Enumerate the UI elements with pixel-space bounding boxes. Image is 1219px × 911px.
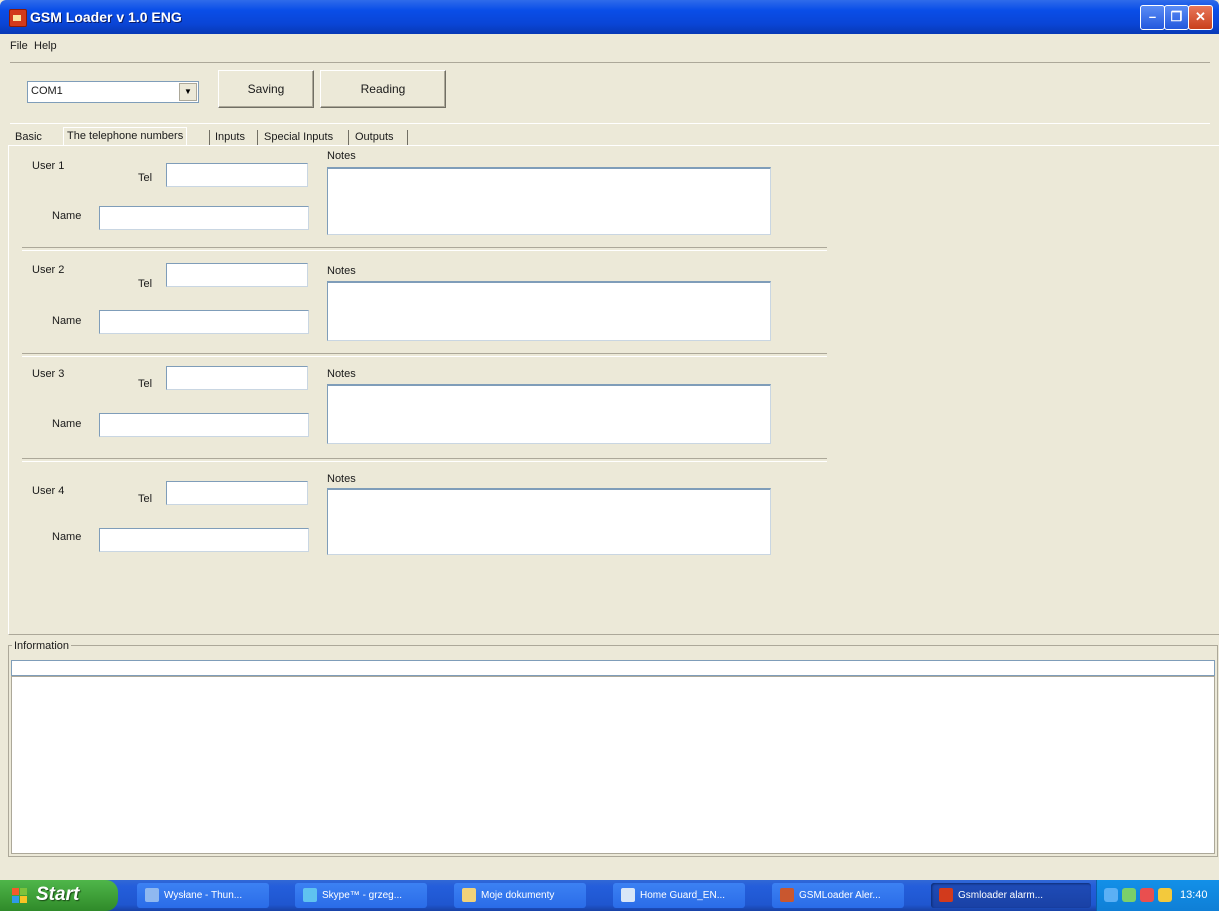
tab-outputs[interactable]: Outputs <box>352 129 397 145</box>
taskbar-item-label: Skype™ - grzeg... <box>322 890 403 901</box>
user-4-notes-label: Notes <box>327 473 356 485</box>
user-separator <box>22 353 827 357</box>
information-status-strip <box>11 660 1215 676</box>
taskbar-item-label: Gsmloader alarm... <box>958 890 1044 901</box>
taskbar-item[interactable]: Home Guard_EN... <box>613 883 745 908</box>
taskbar-item[interactable]: Skype™ - grzeg... <box>295 883 427 908</box>
user-4-label: User 4 <box>32 485 65 497</box>
port-select-value: COM1 <box>31 85 63 97</box>
user-1-name-input[interactable] <box>99 206 309 230</box>
user-3-name-label: Name <box>52 418 82 430</box>
tab-divider <box>407 130 408 145</box>
user-separator <box>22 458 827 462</box>
menu-file[interactable]: File <box>10 40 28 52</box>
minimize-button[interactable]: – <box>1140 5 1165 30</box>
user-2-notes-input[interactable] <box>327 281 771 341</box>
tab-special-inputs[interactable]: Special Inputs <box>261 129 336 145</box>
user-2-tel-label: Tel <box>138 278 153 290</box>
user-separator <box>22 247 827 251</box>
app-icon <box>9 9 27 27</box>
tab-divider <box>209 130 210 145</box>
user-3-notes-input[interactable] <box>327 384 771 444</box>
archive-icon <box>780 888 794 903</box>
maximize-icon: ❐ <box>1170 9 1183 24</box>
menu-help[interactable]: Help <box>34 40 57 52</box>
user-4-tel-label: Tel <box>138 493 153 505</box>
taskbar-item[interactable]: Wysłane - Thun... <box>137 883 269 908</box>
user-3-tel-input[interactable] <box>166 366 308 390</box>
folder-icon <box>462 888 476 903</box>
email-icon <box>145 888 159 903</box>
user-4-name-input[interactable] <box>99 528 309 552</box>
saving-button[interactable]: Saving <box>218 70 314 108</box>
user-1-notes-label: Notes <box>327 150 356 162</box>
tab-inputs[interactable]: Inputs <box>212 129 248 145</box>
user-2-name-input[interactable] <box>99 310 309 334</box>
app-icon <box>939 888 953 903</box>
taskbar-item-label: GSMLoader Aler... <box>799 890 881 901</box>
title-bar[interactable] <box>0 0 1219 34</box>
document-icon <box>621 888 635 903</box>
user-1-tel-input[interactable] <box>166 163 308 187</box>
tab-telephone-numbers[interactable]: The telephone numbers <box>63 127 188 146</box>
taskbar-item-label: Wysłane - Thun... <box>164 890 243 901</box>
information-label: Information <box>12 640 72 652</box>
user-1-name-label: Name <box>52 210 82 222</box>
user-2-tel-input[interactable] <box>166 263 308 287</box>
skype-tray-icon[interactable] <box>1122 888 1136 902</box>
user-1-notes-input[interactable] <box>327 167 771 235</box>
tab-basic[interactable]: Basic <box>12 129 45 145</box>
information-log[interactable] <box>11 676 1215 854</box>
user-4-notes-input[interactable] <box>327 488 771 555</box>
user-4-tel-input[interactable] <box>166 481 308 505</box>
minimize-icon: – <box>1148 9 1157 24</box>
taskbar-item-active[interactable]: Gsmloader alarm... <box>931 883 1091 908</box>
taskbar-item[interactable]: Moje dokumenty <box>454 883 586 908</box>
user-2-label: User 2 <box>32 264 65 276</box>
user-4-name-label: Name <box>52 531 82 543</box>
skype-icon <box>303 888 317 903</box>
user-3-tel-label: Tel <box>138 378 153 390</box>
messenger-icon[interactable] <box>1158 888 1172 902</box>
tab-divider <box>257 130 258 145</box>
tab-divider <box>348 130 349 145</box>
chevron-down-icon[interactable]: ▼ <box>179 83 197 101</box>
user-3-notes-label: Notes <box>327 368 356 380</box>
network-icon[interactable] <box>1104 888 1118 902</box>
user-3-label: User 3 <box>32 368 65 380</box>
windows-flag-icon <box>12 888 28 904</box>
window-title: GSM Loader v 1.0 ENG <box>30 9 182 25</box>
taskbar-item-label: Home Guard_EN... <box>640 890 726 901</box>
close-icon: ✕ <box>1195 9 1206 24</box>
security-icon[interactable] <box>1140 888 1154 902</box>
menu-bar <box>0 34 1219 56</box>
user-3-name-input[interactable] <box>99 413 309 437</box>
clock: 13:40 <box>1180 889 1208 901</box>
reading-button[interactable]: Reading <box>320 70 446 108</box>
user-1-label: User 1 <box>32 160 65 172</box>
start-label: Start <box>36 884 80 905</box>
maximize-button[interactable]: ❐ <box>1164 5 1189 30</box>
user-2-name-label: Name <box>52 315 82 327</box>
user-2-notes-label: Notes <box>327 265 356 277</box>
user-1-tel-label: Tel <box>138 172 153 184</box>
port-select[interactable]: COM1 ▼ <box>27 81 199 103</box>
taskbar-item[interactable]: GSMLoader Aler... <box>772 883 904 908</box>
close-button[interactable]: ✕ <box>1188 5 1213 30</box>
taskbar-item-label: Moje dokumenty <box>481 890 555 901</box>
